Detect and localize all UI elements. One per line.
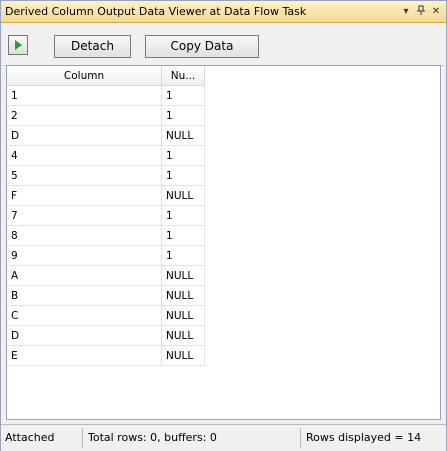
detach-button[interactable]: Detach (54, 35, 131, 58)
cell-value[interactable]: 1 (161, 165, 205, 186)
cell-value[interactable]: NULL (161, 325, 205, 346)
copy-data-button[interactable]: Copy Data (145, 35, 259, 58)
table-row[interactable]: 11 (7, 85, 205, 106)
cell-value[interactable]: 1 (161, 245, 205, 266)
title-bar: Derived Column Output Data Viewer at Dat… (1, 1, 446, 23)
play-button[interactable] (8, 35, 28, 55)
cell-column[interactable]: F (7, 185, 162, 206)
table-row[interactable]: F NULL (7, 185, 205, 206)
table-row[interactable]: 91 (7, 245, 205, 266)
pin-icon[interactable] (414, 5, 428, 18)
cell-value[interactable]: NULL (161, 125, 205, 146)
cell-value[interactable]: NULL (161, 265, 205, 286)
cell-value[interactable]: NULL (161, 285, 205, 306)
status-divider (82, 428, 83, 448)
cell-column[interactable]: 8 (7, 225, 162, 246)
status-divider (300, 428, 301, 448)
cell-value[interactable]: NULL (161, 345, 205, 366)
table-row[interactable]: 21 (7, 105, 205, 126)
table-row[interactable]: C NULL (7, 305, 205, 326)
cell-value[interactable]: 1 (161, 205, 205, 226)
table-row[interactable]: D NULL (7, 325, 205, 346)
cell-column[interactable]: A (7, 265, 162, 286)
cell-value[interactable]: NULL (161, 185, 205, 206)
toolbar: Detach Copy Data (1, 23, 446, 66)
cell-value[interactable]: 1 (161, 145, 205, 166)
table-row[interactable]: 41 (7, 145, 205, 166)
cell-column[interactable]: 7 (7, 205, 162, 226)
status-bar: Attached Total rows: 0, buffers: 0 Rows … (1, 424, 446, 451)
cell-column[interactable]: D (7, 325, 162, 346)
status-state: Attached (5, 431, 55, 444)
close-icon[interactable]: ✕ (429, 5, 443, 18)
table-row[interactable]: E NULL (7, 345, 205, 366)
data-grid[interactable]: Column Nu... 1 1 2 1 D NULL 4 1 5 1 F NULL 7 1 8 1 9 1 A NU… (6, 65, 441, 420)
cell-column[interactable]: E (7, 345, 162, 366)
cell-column[interactable]: 4 (7, 145, 162, 166)
table-row[interactable]: 81 (7, 225, 205, 246)
table-row[interactable]: B NULL (7, 285, 205, 306)
column-header-nu[interactable]: Nu... (161, 66, 205, 86)
cell-column[interactable]: 5 (7, 165, 162, 186)
status-totals: Total rows: 0, buffers: 0 (88, 431, 217, 444)
cell-column[interactable]: C (7, 305, 162, 326)
cell-value[interactable]: 1 (161, 85, 205, 106)
table-row[interactable]: 71 (7, 205, 205, 226)
play-icon (15, 40, 22, 50)
cell-column[interactable]: 1 (7, 85, 162, 106)
window-title: Derived Column Output Data Viewer at Dat… (5, 5, 307, 18)
cell-value[interactable]: NULL (161, 305, 205, 326)
column-header-column[interactable]: Column (7, 66, 162, 86)
data-viewer-window: Derived Column Output Data Viewer at Dat… (0, 0, 447, 451)
cell-value[interactable]: 1 (161, 105, 205, 126)
cell-column[interactable]: D (7, 125, 162, 146)
status-rows-displayed: Rows displayed = 14 (306, 431, 422, 444)
cell-column[interactable]: B (7, 285, 162, 306)
cell-column[interactable]: 9 (7, 245, 162, 266)
table-row[interactable]: A NULL (7, 265, 205, 286)
grid-table: Column Nu... 1 1 2 1 D NULL 4 1 5 1 F NULL 7 1 8 1 9 1 A NU… (7, 66, 205, 366)
dropdown-arrow-icon[interactable]: ▾ (399, 5, 413, 18)
table-row[interactable]: D NULL (7, 125, 205, 146)
cell-column[interactable]: 2 (7, 105, 162, 126)
cell-value[interactable]: 1 (161, 225, 205, 246)
table-row[interactable]: 51 (7, 165, 205, 186)
